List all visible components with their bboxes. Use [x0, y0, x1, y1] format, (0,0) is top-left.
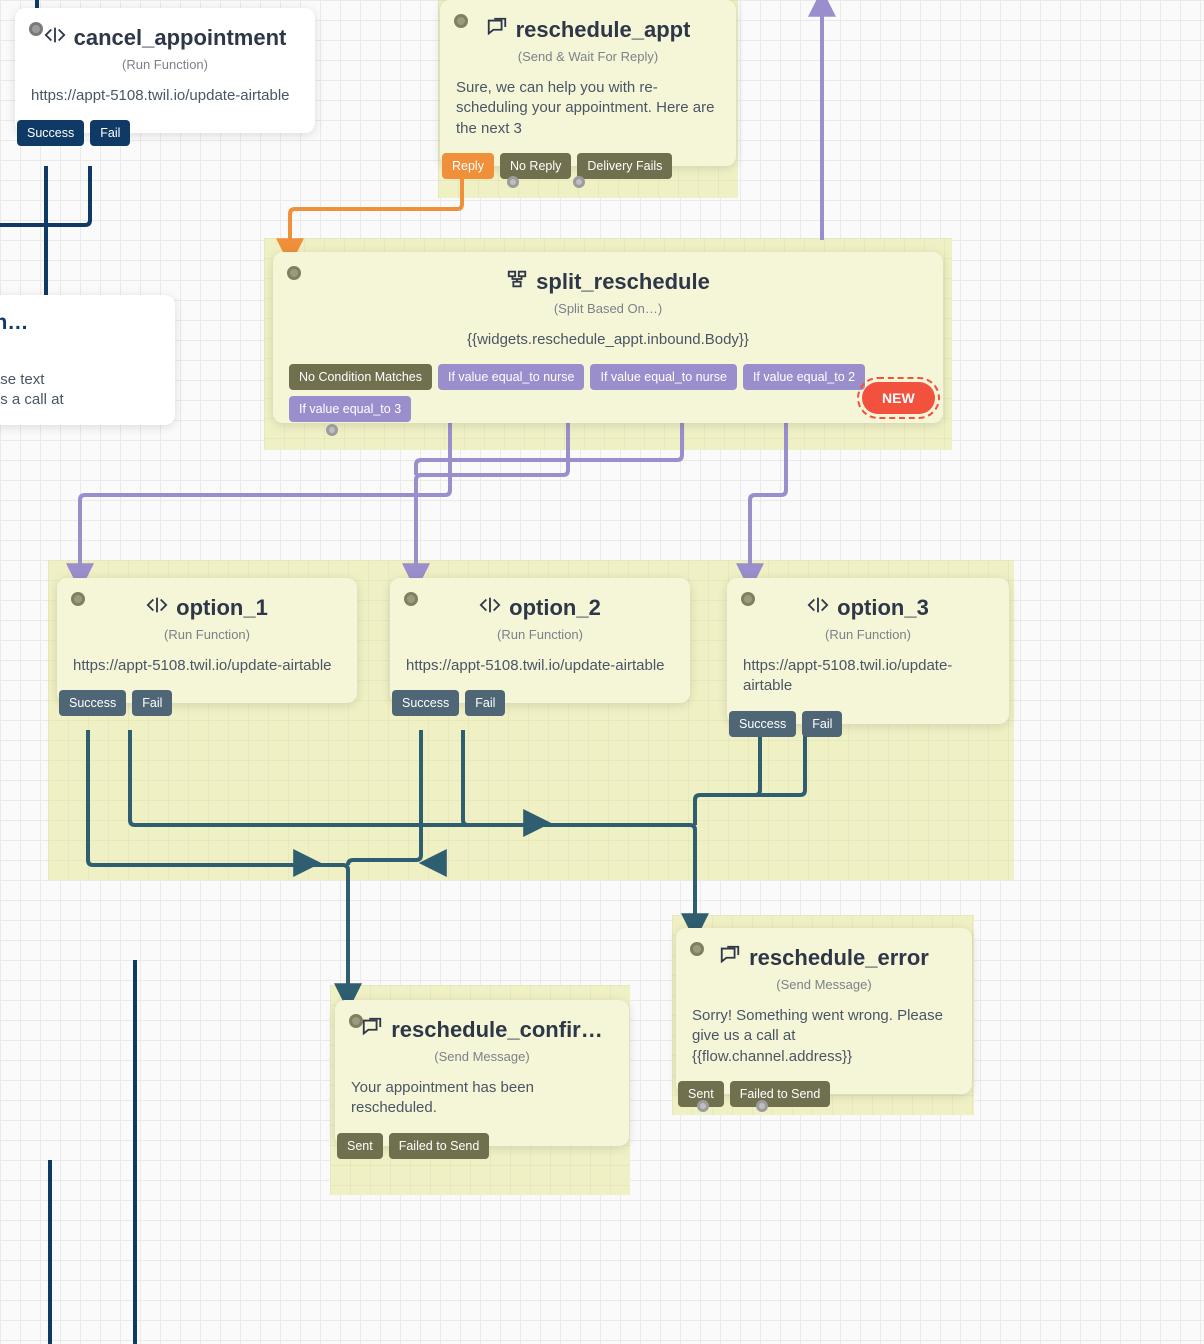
outlet-cond-1[interactable]: If value equal_to nurse	[438, 364, 584, 390]
node-subtitle: (Split Based On…)	[289, 301, 927, 316]
node-title: reschedule_confir…	[391, 1017, 603, 1043]
drag-handle-dot[interactable]	[741, 592, 755, 606]
node-title: option_2	[509, 595, 601, 621]
node-body: Sure, we can help you with re-scheduling…	[456, 78, 720, 139]
code-icon	[44, 24, 66, 51]
node-subtitle: (Run Function)	[743, 627, 993, 642]
node-cancel-appointment[interactable]: cancel_appointment (Run Function) https:…	[15, 8, 315, 133]
drag-handle-dot[interactable]	[29, 22, 43, 36]
node-title: option_1	[176, 595, 268, 621]
node-title: reschedule_appt	[516, 17, 691, 43]
unconnected-dot[interactable]	[697, 1100, 709, 1112]
node-body: https://appt-5108.twil.io/update-airtabl…	[743, 656, 993, 697]
outlet-success[interactable]: Success	[17, 120, 84, 146]
drag-handle-dot[interactable]	[71, 592, 85, 606]
node-option-2[interactable]: option_2 (Run Function) https://appt-510…	[390, 578, 690, 703]
outlet-delivery-fails[interactable]: Delivery Fails	[577, 153, 672, 179]
node-title: reschedule_error	[749, 945, 929, 971]
switch-icon	[506, 268, 528, 295]
outlet-cond-4[interactable]: If value equal_to 3	[289, 396, 411, 422]
outlet-cond-3[interactable]: If value equal_to 2	[743, 364, 865, 390]
node-subtitle: (Run Function)	[73, 627, 341, 642]
outlet-failed[interactable]: Failed to Send	[389, 1133, 490, 1159]
node-subtitle: (Send Message)	[351, 1049, 613, 1064]
drag-handle-dot[interactable]	[349, 1014, 363, 1028]
drag-handle-dot[interactable]	[287, 266, 301, 280]
node-body: Your appointment has been rescheduled.	[351, 1078, 613, 1119]
outlet-no-match[interactable]: No Condition Matches	[289, 364, 432, 390]
code-icon	[146, 594, 168, 621]
outlet-fail[interactable]: Fail	[90, 120, 130, 146]
drag-handle-dot[interactable]	[690, 942, 704, 956]
code-icon	[479, 594, 501, 621]
node-subtitle: (Run Function)	[31, 57, 299, 72]
node-cancellation[interactable]: cancellation… nd Message) n cancelled. P…	[0, 295, 175, 425]
node-subtitle: (Send & Wait For Reply)	[456, 49, 720, 64]
node-option-3[interactable]: option_3 (Run Function) https://appt-510…	[727, 578, 1009, 724]
outlet-fail[interactable]: Fail	[802, 711, 842, 737]
node-body: https://appt-5108.twil.io/update-airtabl…	[73, 656, 341, 676]
outlet-noreply[interactable]: No Reply	[500, 153, 571, 179]
outlet-fail[interactable]: Fail	[465, 690, 505, 716]
outlet-fail[interactable]: Fail	[132, 690, 172, 716]
chat-icon	[719, 944, 741, 971]
unconnected-dot[interactable]	[573, 176, 585, 188]
node-split-reschedule[interactable]: split_reschedule (Split Based On…) {{wid…	[273, 252, 943, 423]
node-option-1[interactable]: option_1 (Run Function) https://appt-510…	[57, 578, 357, 703]
node-body: n cancelled. Please text chedule or give…	[0, 370, 159, 411]
chat-icon	[361, 1016, 383, 1043]
node-title: split_reschedule	[536, 269, 710, 295]
unconnected-dot[interactable]	[756, 1100, 768, 1112]
node-reschedule-error[interactable]: reschedule_error (Send Message) Sorry! S…	[676, 928, 972, 1094]
outlet-failed[interactable]: Failed to Send	[730, 1081, 831, 1107]
node-reschedule-appt[interactable]: reschedule_appt (Send & Wait For Reply) …	[440, 0, 736, 166]
outlet-reply[interactable]: Reply	[442, 153, 494, 179]
node-subtitle: (Send Message)	[692, 977, 956, 992]
node-body: {{widgets.reschedule_appt.inbound.Body}}	[289, 330, 927, 350]
chat-icon	[486, 16, 508, 43]
new-condition-button[interactable]: NEW	[862, 382, 935, 414]
node-body: https://appt-5108.twil.io/update-airtabl…	[31, 86, 299, 106]
node-subtitle: (Run Function)	[406, 627, 674, 642]
node-reschedule-confirm[interactable]: reschedule_confir… (Send Message) Your a…	[335, 1000, 629, 1146]
drag-handle-dot[interactable]	[454, 14, 468, 28]
node-title: option_3	[837, 595, 929, 621]
node-title: cancel_appointment	[74, 25, 287, 51]
node-body: Sorry! Something went wrong. Please give…	[692, 1006, 956, 1067]
node-title: cancellation…	[0, 311, 28, 335]
unconnected-dot[interactable]	[326, 424, 338, 436]
outlet-sent[interactable]: Sent	[337, 1133, 383, 1159]
outlet-success[interactable]: Success	[59, 690, 126, 716]
node-subtitle: nd Message)	[0, 341, 159, 356]
drag-handle-dot[interactable]	[404, 592, 418, 606]
node-body: https://appt-5108.twil.io/update-airtabl…	[406, 656, 674, 676]
outlet-success[interactable]: Success	[729, 711, 796, 737]
unconnected-dot[interactable]	[507, 176, 519, 188]
code-icon	[807, 594, 829, 621]
outlet-cond-2[interactable]: If value equal_to nurse	[590, 364, 736, 390]
outlet-success[interactable]: Success	[392, 690, 459, 716]
